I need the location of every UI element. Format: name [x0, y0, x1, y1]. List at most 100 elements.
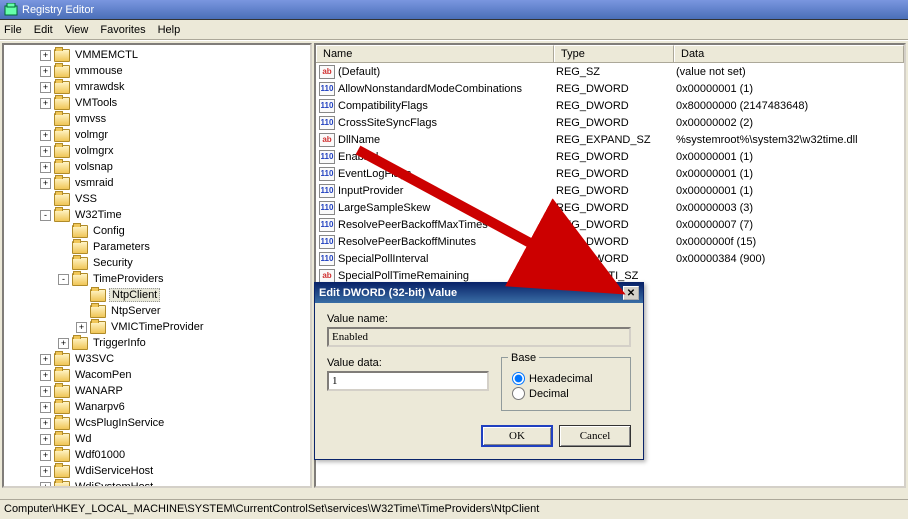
- value-row[interactable]: ab(Default)REG_SZ(value not set): [316, 63, 904, 80]
- window-title: Registry Editor: [22, 4, 94, 16]
- tree-item[interactable]: +WacomPen: [4, 367, 310, 383]
- tree-item[interactable]: +vmrawdsk: [4, 79, 310, 95]
- value-row[interactable]: 110CrossSiteSyncFlagsREG_DWORD0x00000002…: [316, 114, 904, 131]
- value-data: 0x00000002 (2): [676, 117, 904, 129]
- tree-item[interactable]: -TimeProviders: [4, 271, 310, 287]
- value-type: REG_DWORD: [556, 83, 676, 95]
- tree-item[interactable]: +Wanarpv6: [4, 399, 310, 415]
- expand-icon[interactable]: +: [40, 162, 51, 173]
- expand-icon[interactable]: +: [40, 82, 51, 93]
- menu-file[interactable]: File: [4, 24, 22, 36]
- expand-icon[interactable]: +: [40, 354, 51, 365]
- tree-item[interactable]: +TriggerInfo: [4, 335, 310, 351]
- expand-icon[interactable]: +: [40, 370, 51, 381]
- string-value-icon: ab: [319, 133, 335, 147]
- expand-icon[interactable]: +: [76, 322, 87, 333]
- folder-icon: [54, 65, 70, 78]
- tree-item[interactable]: VSS: [4, 191, 310, 207]
- tree-item-label: Wd: [73, 433, 94, 445]
- radio-hexadecimal[interactable]: [512, 372, 525, 385]
- expand-icon[interactable]: +: [40, 466, 51, 477]
- tree-item[interactable]: +Wdf01000: [4, 447, 310, 463]
- tree-item[interactable]: +vmmouse: [4, 63, 310, 79]
- value-row[interactable]: 110InputProviderREG_DWORD0x00000001 (1): [316, 182, 904, 199]
- expand-icon[interactable]: +: [40, 130, 51, 141]
- dialog-title: Edit DWORD (32-bit) Value: [319, 287, 457, 299]
- value-data-label: Value data:: [327, 357, 489, 369]
- expand-icon[interactable]: +: [40, 482, 51, 489]
- value-row[interactable]: 110EventLogFlagsREG_DWORD0x00000001 (1): [316, 165, 904, 182]
- value-data: 0x0000000f (15): [676, 236, 904, 248]
- expand-icon[interactable]: +: [40, 146, 51, 157]
- tree-item[interactable]: vmvss: [4, 111, 310, 127]
- tree-item-label: VMMEMCTL: [73, 49, 140, 61]
- value-row[interactable]: 110CompatibilityFlagsREG_DWORD0x80000000…: [316, 97, 904, 114]
- menu-favorites[interactable]: Favorites: [100, 24, 145, 36]
- tree-item[interactable]: -W32Time: [4, 207, 310, 223]
- tree-item[interactable]: + VMICTimeProvider: [4, 319, 310, 335]
- value-data: 0x00000003 (3): [676, 202, 904, 214]
- value-row[interactable]: abDllNameREG_EXPAND_SZ%systemroot%\syste…: [316, 131, 904, 148]
- radio-decimal[interactable]: [512, 387, 525, 400]
- dword-value-icon: 110: [319, 184, 335, 198]
- tree-item[interactable]: NtpClient: [4, 287, 310, 303]
- expand-icon[interactable]: +: [58, 338, 69, 349]
- tree-item[interactable]: + volmgrx: [4, 143, 310, 159]
- col-header-name[interactable]: Name: [316, 45, 554, 62]
- expand-icon[interactable]: +: [40, 450, 51, 461]
- tree-item[interactable]: + VMMEMCTL: [4, 47, 310, 63]
- menu-view[interactable]: View: [65, 24, 89, 36]
- ok-button[interactable]: OK: [481, 425, 553, 447]
- radio-decimal-label: Decimal: [529, 388, 569, 400]
- menu-help[interactable]: Help: [158, 24, 181, 36]
- expand-icon[interactable]: +: [40, 434, 51, 445]
- value-data: 0x00000384 (900): [676, 253, 904, 265]
- value-row[interactable]: 110EnabledREG_DWORD0x00000001 (1): [316, 148, 904, 165]
- tree-item[interactable]: +VMTools: [4, 95, 310, 111]
- value-data-field[interactable]: [327, 371, 489, 391]
- menu-bar: File Edit View Favorites Help: [0, 20, 908, 40]
- cancel-button[interactable]: Cancel: [559, 425, 631, 447]
- value-row[interactable]: 110LargeSampleSkewREG_DWORD0x00000003 (3…: [316, 199, 904, 216]
- expand-icon[interactable]: +: [40, 50, 51, 61]
- menu-edit[interactable]: Edit: [34, 24, 53, 36]
- value-row[interactable]: 110SpecialPollIntervalREG_DWORD0x0000038…: [316, 250, 904, 267]
- expand-icon[interactable]: +: [40, 178, 51, 189]
- dialog-title-bar[interactable]: Edit DWORD (32-bit) Value ✕: [315, 283, 643, 303]
- tree-item[interactable]: NtpServer: [4, 303, 310, 319]
- tree-item[interactable]: +WdiServiceHost: [4, 463, 310, 479]
- collapse-icon[interactable]: -: [58, 274, 69, 285]
- tree-item-label: VMICTimeProvider: [109, 321, 206, 333]
- registry-tree[interactable]: +VMMEMCTL+vmmouse+vmrawdsk+VMToolsvmvss+…: [2, 43, 312, 488]
- tree-item[interactable]: Parameters: [4, 239, 310, 255]
- collapse-icon[interactable]: -: [40, 210, 51, 221]
- value-row[interactable]: 110ResolvePeerBackoffMinutesREG_DWORD0x0…: [316, 233, 904, 250]
- value-name: CompatibilityFlags: [338, 100, 556, 112]
- tree-item[interactable]: Security: [4, 255, 310, 271]
- tree-item-label: WANARP: [73, 385, 125, 397]
- tree-item[interactable]: + Wd: [4, 431, 310, 447]
- expand-icon[interactable]: +: [40, 98, 51, 109]
- tree-item-label: volmgrx: [73, 145, 116, 157]
- expand-icon[interactable]: +: [40, 402, 51, 413]
- tree-item[interactable]: +vsmraid: [4, 175, 310, 191]
- tree-item[interactable]: +volmgr: [4, 127, 310, 143]
- value-name: ResolvePeerBackoffMinutes: [338, 236, 556, 248]
- tree-item[interactable]: +volsnap: [4, 159, 310, 175]
- value-row[interactable]: 110ResolvePeerBackoffMaxTimesREG_DWORD0x…: [316, 216, 904, 233]
- tree-item[interactable]: + WANARP: [4, 383, 310, 399]
- tree-item[interactable]: +WcsPlugInService: [4, 415, 310, 431]
- dialog-close-icon[interactable]: ✕: [623, 286, 639, 300]
- col-header-data[interactable]: Data: [674, 45, 904, 62]
- folder-icon: [54, 369, 70, 382]
- value-name: EventLogFlags: [338, 168, 556, 180]
- col-header-type[interactable]: Type: [554, 45, 674, 62]
- value-row[interactable]: 110AllowNonstandardModeCombinationsREG_D…: [316, 80, 904, 97]
- expand-icon[interactable]: +: [40, 386, 51, 397]
- tree-item[interactable]: +WdiSystemHost: [4, 479, 310, 488]
- expand-icon[interactable]: +: [40, 66, 51, 77]
- tree-item[interactable]: Config: [4, 223, 310, 239]
- expand-icon[interactable]: +: [40, 418, 51, 429]
- tree-item[interactable]: +W3SVC: [4, 351, 310, 367]
- value-type: REG_SZ: [556, 66, 676, 78]
